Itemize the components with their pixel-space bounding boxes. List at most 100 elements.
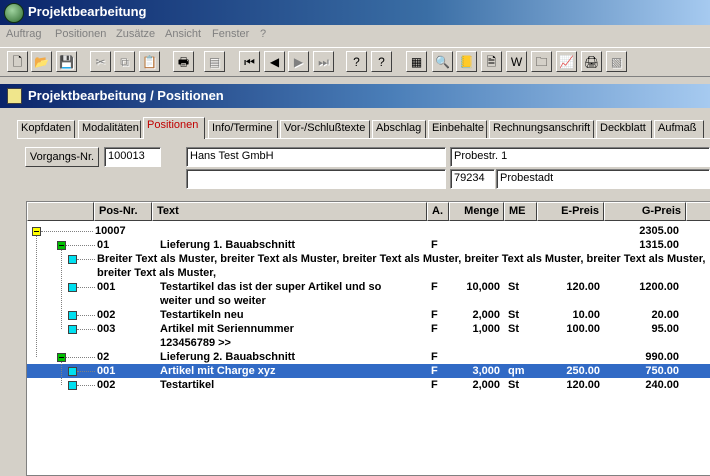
col-header-pos-nr[interactable]: Pos-Nr. [94, 202, 152, 221]
tree-collapse-icon[interactable] [57, 241, 66, 250]
cell-pos-nr: 003 [97, 323, 116, 335]
open-button[interactable]: 📂 [31, 51, 52, 72]
search-button[interactable]: 🔍 [432, 51, 453, 72]
vorgangs-nr-field[interactable]: 100013 [104, 147, 161, 167]
calculator-icon: ▦ [410, 54, 423, 69]
customer-name2-field[interactable] [186, 169, 446, 189]
folder-button[interactable]: 🗀 [531, 51, 552, 72]
cell-a: F [431, 239, 438, 251]
disabled-tool-icon: ▧ [610, 54, 623, 69]
tree-connector [61, 250, 62, 329]
cell-menge: 3,000 [472, 365, 500, 377]
menu-zusaetze[interactable]: Zusätze [116, 28, 155, 40]
address-book-button[interactable]: 📒 [456, 51, 477, 72]
window-title-bar[interactable]: Projektbearbeitung / Positionen [0, 84, 710, 108]
col-header-menge[interactable]: Menge [449, 202, 504, 221]
first-record-button[interactable]: ⏮ [239, 51, 260, 72]
col-header-e-preis[interactable]: E-Preis [537, 202, 604, 221]
table-row[interactable]: 01 Lieferung 1. Bauabschnitt F 1315.00 [27, 238, 710, 252]
table-row[interactable]: 002 Testartikel F 2,000 St 120.00 240.00 [27, 378, 710, 392]
help-button[interactable]: ? [346, 51, 367, 72]
tree-connector [77, 287, 95, 288]
copy-button[interactable]: ⧉ [114, 51, 135, 72]
app-icon[interactable] [4, 3, 24, 23]
cell-text: Testartikel [160, 379, 215, 391]
print-preview-icon: ▤ [208, 54, 221, 69]
last-record-icon: ⏭ [318, 54, 329, 69]
city-field[interactable]: Probestadt [496, 169, 710, 189]
customer-name-field[interactable]: Hans Test GmbH [186, 147, 446, 167]
col-header-g-preis[interactable]: G-Preis [604, 202, 686, 221]
menu-positionen[interactable]: Positionen [55, 28, 106, 40]
address-book-icon: 📒 [459, 54, 474, 69]
tree-leaf-icon[interactable] [68, 325, 77, 334]
tab-einbehalte[interactable]: Einbehalte [428, 120, 487, 138]
col-header-tree[interactable] [27, 202, 94, 221]
menu-bar: Auftrag Positionen Zusätze Ansicht Fenst… [0, 25, 710, 45]
table-row[interactable]: 001 Testartikel das ist der super Artikel… [27, 280, 710, 308]
cell-e-preis: 120.00 [566, 281, 600, 293]
col-header-text[interactable]: Text [152, 202, 427, 221]
tree-leaf-icon[interactable] [68, 255, 77, 264]
word-button[interactable]: W [506, 51, 527, 72]
app-title-bar[interactable]: Projektbearbeitung [0, 0, 710, 25]
tab-rechnungsanschrift[interactable]: Rechnungsanschrift [489, 120, 594, 138]
menu-fenster[interactable]: Fenster [212, 28, 249, 40]
tab-modalitaeten[interactable]: Modalitäten [78, 120, 141, 138]
table-row[interactable]: 001 Artikel mit Charge xyz F 3,000 qm 250.00 7… [27, 364, 710, 378]
save-button[interactable]: 💾 [56, 51, 77, 72]
last-record-button[interactable]: ⏭ [313, 51, 334, 72]
positions-grid[interactable]: Pos-Nr. Text A. Menge ME E-Preis G-Preis… [26, 201, 710, 476]
save-icon: 💾 [59, 54, 74, 69]
vorgangs-nr-button[interactable]: Vorgangs-Nr. [25, 147, 99, 167]
street-field[interactable]: Probestr. 1 [450, 147, 710, 167]
tree-connector [77, 329, 95, 330]
menu-ansicht[interactable]: Ansicht [165, 28, 201, 40]
paste-button[interactable]: 📋 [139, 51, 160, 72]
tree-collapse-icon[interactable] [57, 353, 66, 362]
tab-deckblatt[interactable]: Deckblatt [596, 120, 652, 138]
table-row[interactable]: 003 Artikel mit Seriennummer 123456789 >> F… [27, 322, 710, 350]
tree-connector [61, 362, 62, 385]
menu-help[interactable]: ? [260, 28, 266, 40]
calculator-button[interactable]: ▦ [406, 51, 427, 72]
zip-field[interactable]: 79234 [450, 169, 495, 189]
tab-vor-schlusstexte[interactable]: Vor-/Schlußtexte [280, 120, 370, 138]
tree-connector [66, 357, 95, 358]
tree-leaf-icon[interactable] [68, 283, 77, 292]
printer-button[interactable]: 🖨 [581, 51, 602, 72]
chart-button[interactable]: 📈 [556, 51, 577, 72]
document-button[interactable]: 🗎 [481, 51, 502, 72]
word-icon: W [510, 54, 523, 69]
tab-positionen[interactable]: Positionen [143, 117, 205, 139]
cut-button[interactable]: ✂ [90, 51, 111, 72]
cell-pos-nr: 001 [97, 281, 116, 293]
menu-auftrag[interactable]: Auftrag [6, 28, 41, 40]
tree-leaf-icon[interactable] [68, 367, 77, 376]
print-button[interactable]: 🖶 [173, 51, 194, 72]
table-row[interactable]: 10007 2305.00 [27, 224, 710, 238]
table-row[interactable]: Breiter Text als Muster, breiter Text al… [27, 252, 710, 280]
col-header-me[interactable]: ME [504, 202, 537, 221]
cell-a: F [431, 323, 438, 335]
tree-leaf-icon[interactable] [68, 381, 77, 390]
context-help-button[interactable]: ? [371, 51, 392, 72]
cell-text: Lieferung 1. Bauabschnitt [160, 239, 296, 251]
new-button[interactable]: 🗋 [7, 51, 28, 72]
table-row[interactable]: 002 Testartikeln neu F 2,000 St 10.00 20.00 [27, 308, 710, 322]
tab-abschlag[interactable]: Abschlag [372, 120, 426, 138]
print-preview-button[interactable]: ▤ [204, 51, 225, 72]
table-row[interactable]: 02 Lieferung 2. Bauabschnitt F 990.00 [27, 350, 710, 364]
next-record-button[interactable]: ▶ [288, 51, 309, 72]
col-header-a[interactable]: A. [427, 202, 449, 221]
tree-leaf-icon[interactable] [68, 311, 77, 320]
disabled-tool-button[interactable]: ▧ [606, 51, 627, 72]
previous-record-button[interactable]: ◀ [264, 51, 285, 72]
window-icon[interactable] [7, 88, 22, 104]
tab-info-termine[interactable]: Info/Termine [208, 120, 278, 138]
tab-aufmass[interactable]: Aufmaß [654, 120, 704, 138]
cell-me: St [508, 281, 519, 293]
tab-kopfdaten[interactable]: Kopfdaten [17, 120, 75, 138]
tree-collapse-icon[interactable] [32, 227, 41, 236]
tree-connector [77, 385, 95, 386]
